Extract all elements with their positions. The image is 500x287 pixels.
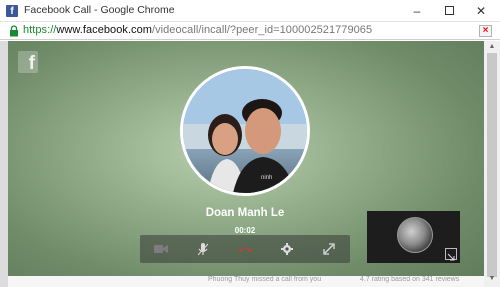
underlying-text-right: 4.7 rating based on 341 reviews [360, 276, 460, 283]
collapse-self-view-button[interactable] [445, 248, 457, 261]
address-bar[interactable]: https://www.facebook.com/videocall/incal… [0, 22, 500, 40]
underlying-text-left: Phuong Thuy missed a call from you [208, 276, 322, 283]
scroll-down-icon[interactable]: ▼ [484, 273, 500, 285]
mute-button[interactable] [182, 235, 224, 263]
call-stage: f ninh Doan Manh Le 00:02 [8, 41, 484, 287]
svg-text:ninh: ninh [261, 175, 272, 181]
facebook-logo-icon: f [18, 51, 38, 74]
scroll-thumb[interactable] [487, 53, 497, 277]
settings-button[interactable] [266, 235, 308, 263]
facebook-favicon-icon: f [6, 5, 18, 17]
expand-icon [323, 243, 335, 255]
hang-up-icon [238, 247, 252, 252]
window-title: Facebook Call - Google Chrome [24, 4, 175, 16]
fullscreen-button[interactable] [308, 235, 350, 263]
scroll-up-icon[interactable]: ▲ [484, 41, 500, 53]
maximize-button[interactable] [434, 0, 464, 22]
gear-icon [281, 243, 293, 255]
blocked-popup-icon[interactable]: × [479, 25, 492, 37]
caller-photo-icon: ninh [183, 69, 307, 193]
lock-icon [10, 25, 18, 37]
url-text[interactable]: https://www.facebook.com/videocall/incal… [23, 24, 372, 36]
caller-name: Doan Manh Le [205, 207, 285, 219]
call-duration: 00:02 [234, 226, 256, 235]
caller-avatar: ninh [180, 66, 310, 196]
video-camera-icon [154, 245, 168, 253]
vertical-scrollbar[interactable]: ▲ ▼ [484, 41, 500, 287]
camera-toggle-button[interactable] [140, 235, 182, 263]
end-call-button[interactable] [224, 235, 266, 263]
self-view-preview[interactable] [367, 211, 460, 263]
window-titlebar: f Facebook Call - Google Chrome – ✕ [0, 0, 500, 22]
collapse-arrow-icon [447, 253, 455, 261]
page-edge [0, 41, 8, 287]
self-video-thumbnail [397, 217, 433, 253]
minimize-button[interactable]: – [402, 0, 432, 22]
underlying-page-strip: Phuong Thuy missed a call from you 4.7 r… [8, 276, 484, 287]
maximize-icon [444, 6, 454, 16]
close-window-button[interactable]: ✕ [466, 0, 496, 22]
microphone-icon [198, 242, 208, 255]
call-controls-bar [140, 235, 350, 263]
